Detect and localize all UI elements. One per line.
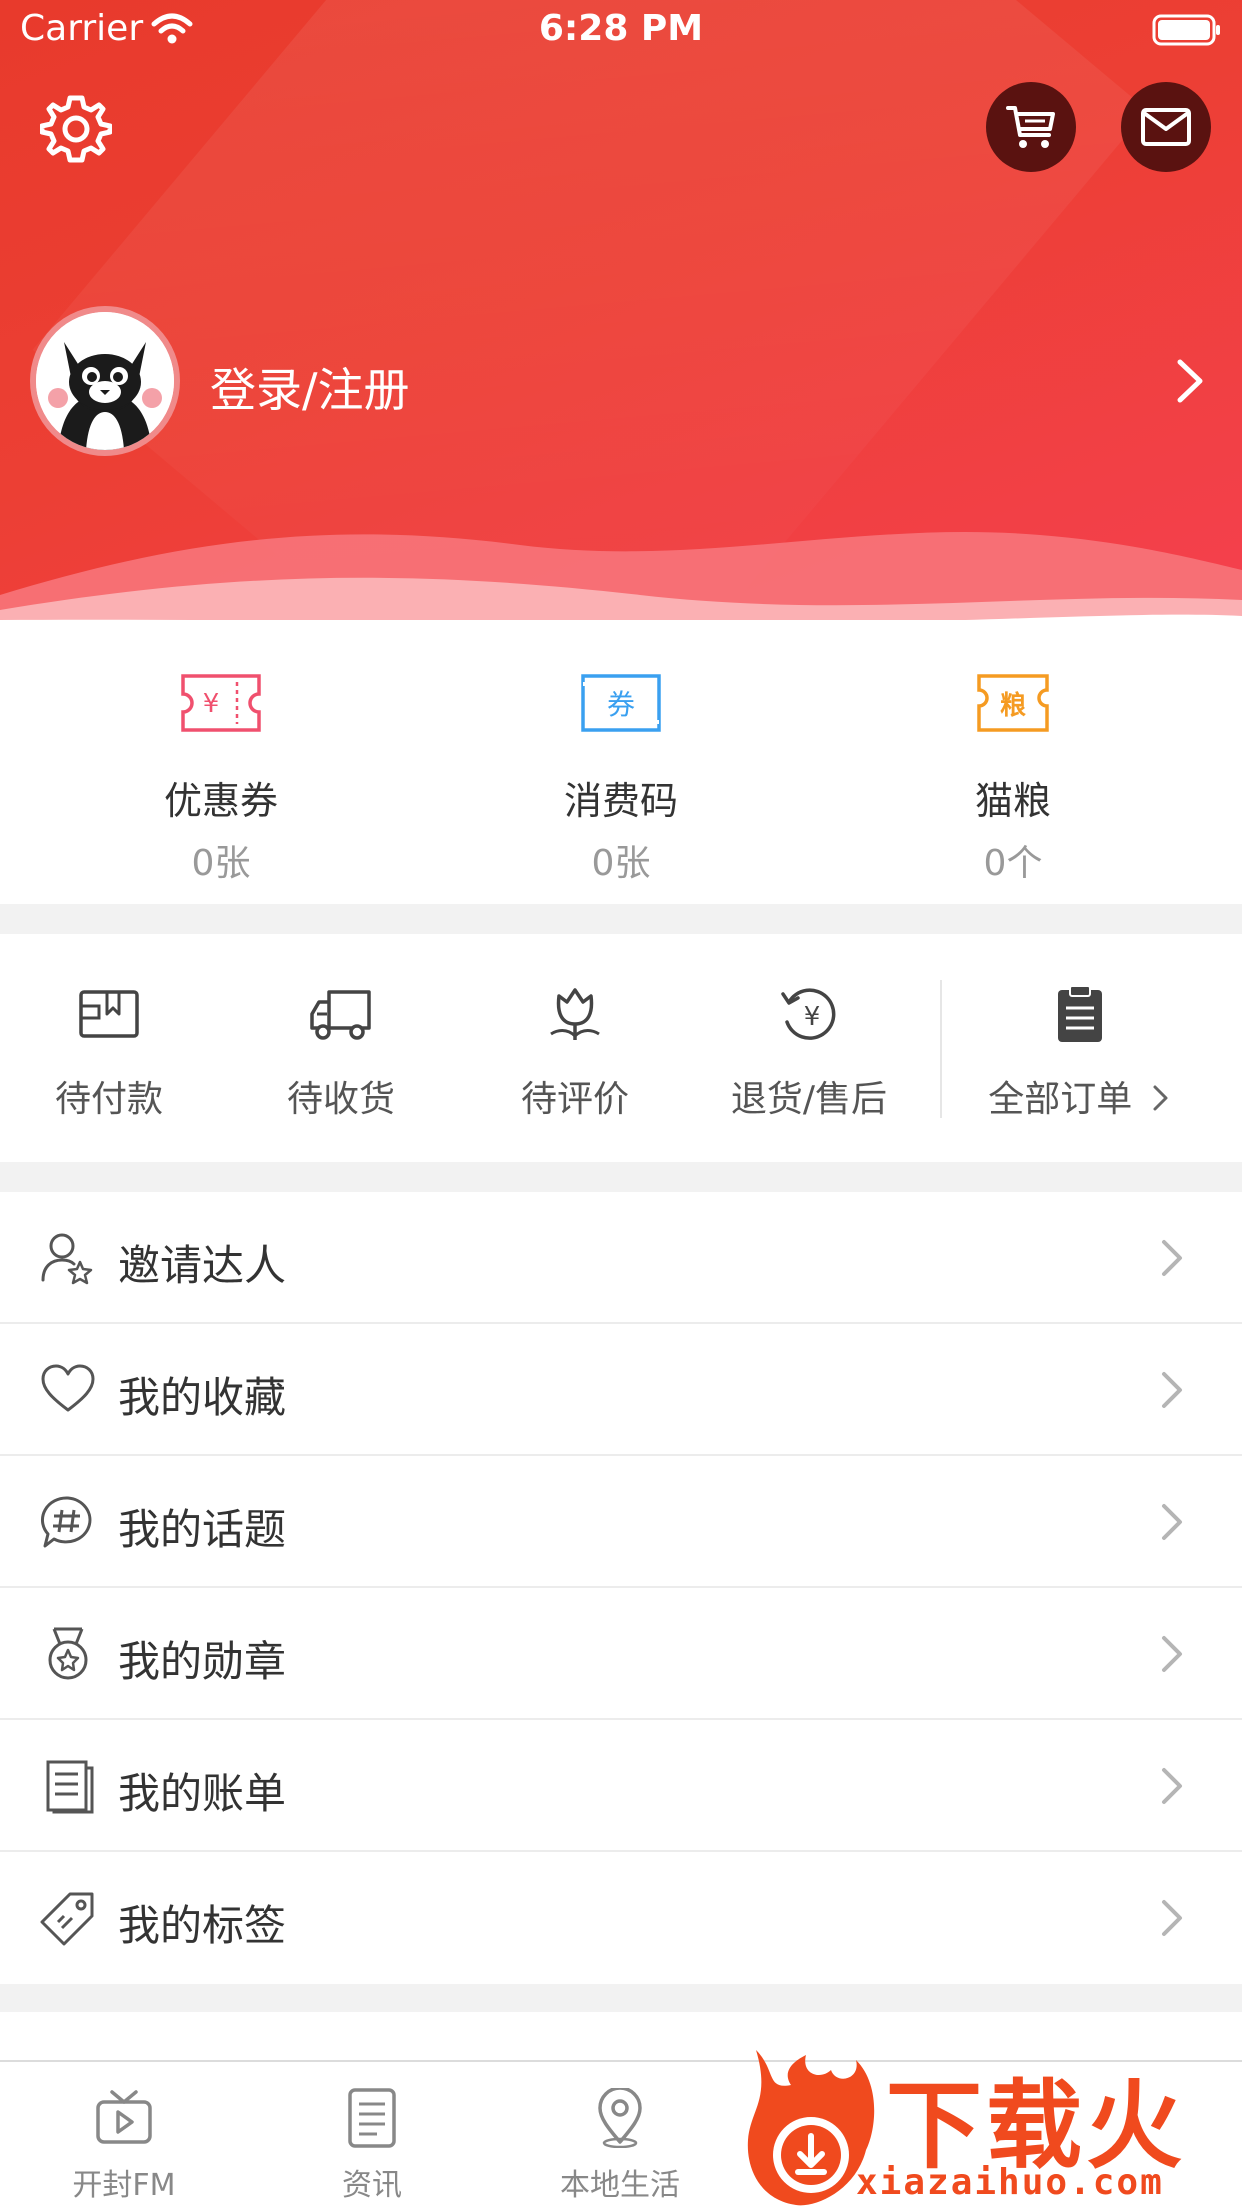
order-label: 全部订单 (988, 1079, 1133, 1120)
login-register-row[interactable]: 登录/注册 (30, 306, 1210, 456)
order-label: 待付款 (54, 1079, 163, 1120)
wallet-section: ¥ 优惠券 0张 券 消费码 0张 粮 猫粮 0个 (0, 620, 1242, 904)
order-all-label: 全部订单 (918, 1070, 1242, 1122)
order-pending-receipt[interactable]: 待收货 (232, 934, 450, 1162)
clipboard-icon (1058, 985, 1102, 1042)
order-label: 待评价 (520, 1079, 629, 1120)
avatar[interactable] (30, 306, 180, 456)
mail-envelope-icon (1141, 108, 1191, 146)
menu-label: 我的账单 (118, 1769, 287, 1818)
medal-icon (48, 1627, 88, 1680)
shopping-cart-button[interactable] (986, 82, 1076, 172)
invite-user-icon (41, 1233, 93, 1285)
status-bar: Carrier 6:28 PM (0, 0, 1242, 62)
wallet-count: 0张 (191, 843, 251, 884)
menu-label: 我的话题 (118, 1505, 287, 1554)
messages-button[interactable] (1121, 82, 1211, 172)
wallet-label: 猫粮 (974, 779, 1051, 823)
news-list-icon (348, 2088, 396, 2148)
tv-play-icon (96, 2090, 152, 2144)
tag-icon (40, 1892, 94, 1946)
settings-gear-icon[interactable] (39, 92, 113, 164)
menu-item-bills[interactable]: 我的账单 (0, 1720, 1242, 1852)
delivery-truck-icon (310, 990, 371, 1040)
coupon-yen-icon: ¥ (181, 674, 261, 732)
chevron-right-icon (1162, 1240, 1182, 1276)
cat-food-icon: 粮 (977, 674, 1049, 732)
tab-local-life[interactable]: 本地生活 (496, 2062, 744, 2208)
svg-text:¥: ¥ (804, 1002, 821, 1032)
login-register-label: 登录/注册 (210, 363, 410, 417)
tab-label: 资讯 (342, 2168, 402, 2203)
flower-review-icon (550, 988, 600, 1040)
hashtag-chat-icon (40, 1496, 92, 1548)
status-time: 6:28 PM (538, 8, 704, 49)
wallet-label: 消费码 (563, 779, 678, 823)
shopping-cart-icon (1006, 106, 1055, 148)
chevron-right-icon (1153, 1085, 1168, 1111)
menu-label: 邀请达人 (118, 1241, 287, 1290)
wallet-coupons[interactable]: ¥ 优惠券 0张 (14, 620, 428, 904)
wallet-cat-food[interactable]: 粮 猫粮 0个 (806, 620, 1220, 904)
order-label: 退货/售后 (730, 1079, 888, 1120)
cat-avatar-image (36, 312, 174, 450)
orders-section: 待付款 待收货 待评价 ¥ 退货/售后 全部订单 (0, 934, 1242, 1162)
order-pending-payment[interactable]: 待付款 (0, 934, 218, 1162)
wallet-voucher-codes[interactable]: 券 消费码 0张 (414, 620, 828, 904)
voucher-icon: 券 (581, 674, 661, 732)
tab-kaifeng-fm[interactable]: 开封FM (0, 2062, 248, 2208)
wallet-icon (79, 990, 139, 1038)
menu-item-medals[interactable]: 我的勋章 (0, 1588, 1242, 1720)
order-pending-review[interactable]: 待评价 (466, 934, 684, 1162)
menu-label: 我的收藏 (118, 1373, 287, 1422)
chevron-right-icon (1162, 1768, 1182, 1804)
refund-icon: ¥ (781, 988, 836, 1040)
svg-text:券: 券 (607, 688, 635, 721)
chevron-right-icon (1162, 1636, 1182, 1672)
header-wave-decoration (0, 532, 1242, 640)
tab-label: 开封FM (72, 2168, 176, 2203)
wallet-count: 0张 (591, 843, 651, 884)
order-label: 待收货 (286, 1079, 395, 1120)
download-site-watermark: 下载火 xiazaihuo.com (736, 2040, 1242, 2208)
menu-item-invite-experts[interactable]: 邀请达人 (0, 1192, 1242, 1324)
battery-icon (1152, 14, 1222, 57)
profile-header: Carrier 6:28 PM 登录/注册 (0, 0, 1242, 640)
wallet-count: 0个 (983, 843, 1043, 884)
svg-text:¥: ¥ (203, 689, 220, 719)
menu-item-tags[interactable]: 我的标签 (0, 1852, 1242, 1984)
chevron-right-icon (1177, 359, 1203, 403)
bill-icon (46, 1760, 94, 1814)
svg-text:粮: 粮 (1000, 690, 1026, 721)
tab-news[interactable]: 资讯 (248, 2062, 496, 2208)
chevron-right-icon (1162, 1372, 1182, 1408)
watermark-url: xiazaihuo.com (856, 2162, 1164, 2203)
menu-list: 邀请达人 我的收藏 我的话题 我的勋章 我的账单 我的标签 (0, 1192, 1242, 1984)
chevron-right-icon (1162, 1900, 1182, 1936)
tab-label: 本地生活 (560, 2168, 680, 2203)
menu-label: 我的勋章 (118, 1637, 287, 1686)
menu-label: 我的标签 (118, 1901, 287, 1950)
chevron-right-icon (1162, 1504, 1182, 1540)
menu-item-favorites[interactable]: 我的收藏 (0, 1324, 1242, 1456)
heart-icon (41, 1364, 95, 1412)
wallet-label: 优惠券 (163, 779, 278, 823)
order-all[interactable]: 全部订单 (948, 934, 1242, 1162)
order-refund-aftersale[interactable]: ¥ 退货/售后 (700, 934, 918, 1162)
menu-item-topics[interactable]: 我的话题 (0, 1456, 1242, 1588)
location-pin-icon (598, 2088, 642, 2148)
